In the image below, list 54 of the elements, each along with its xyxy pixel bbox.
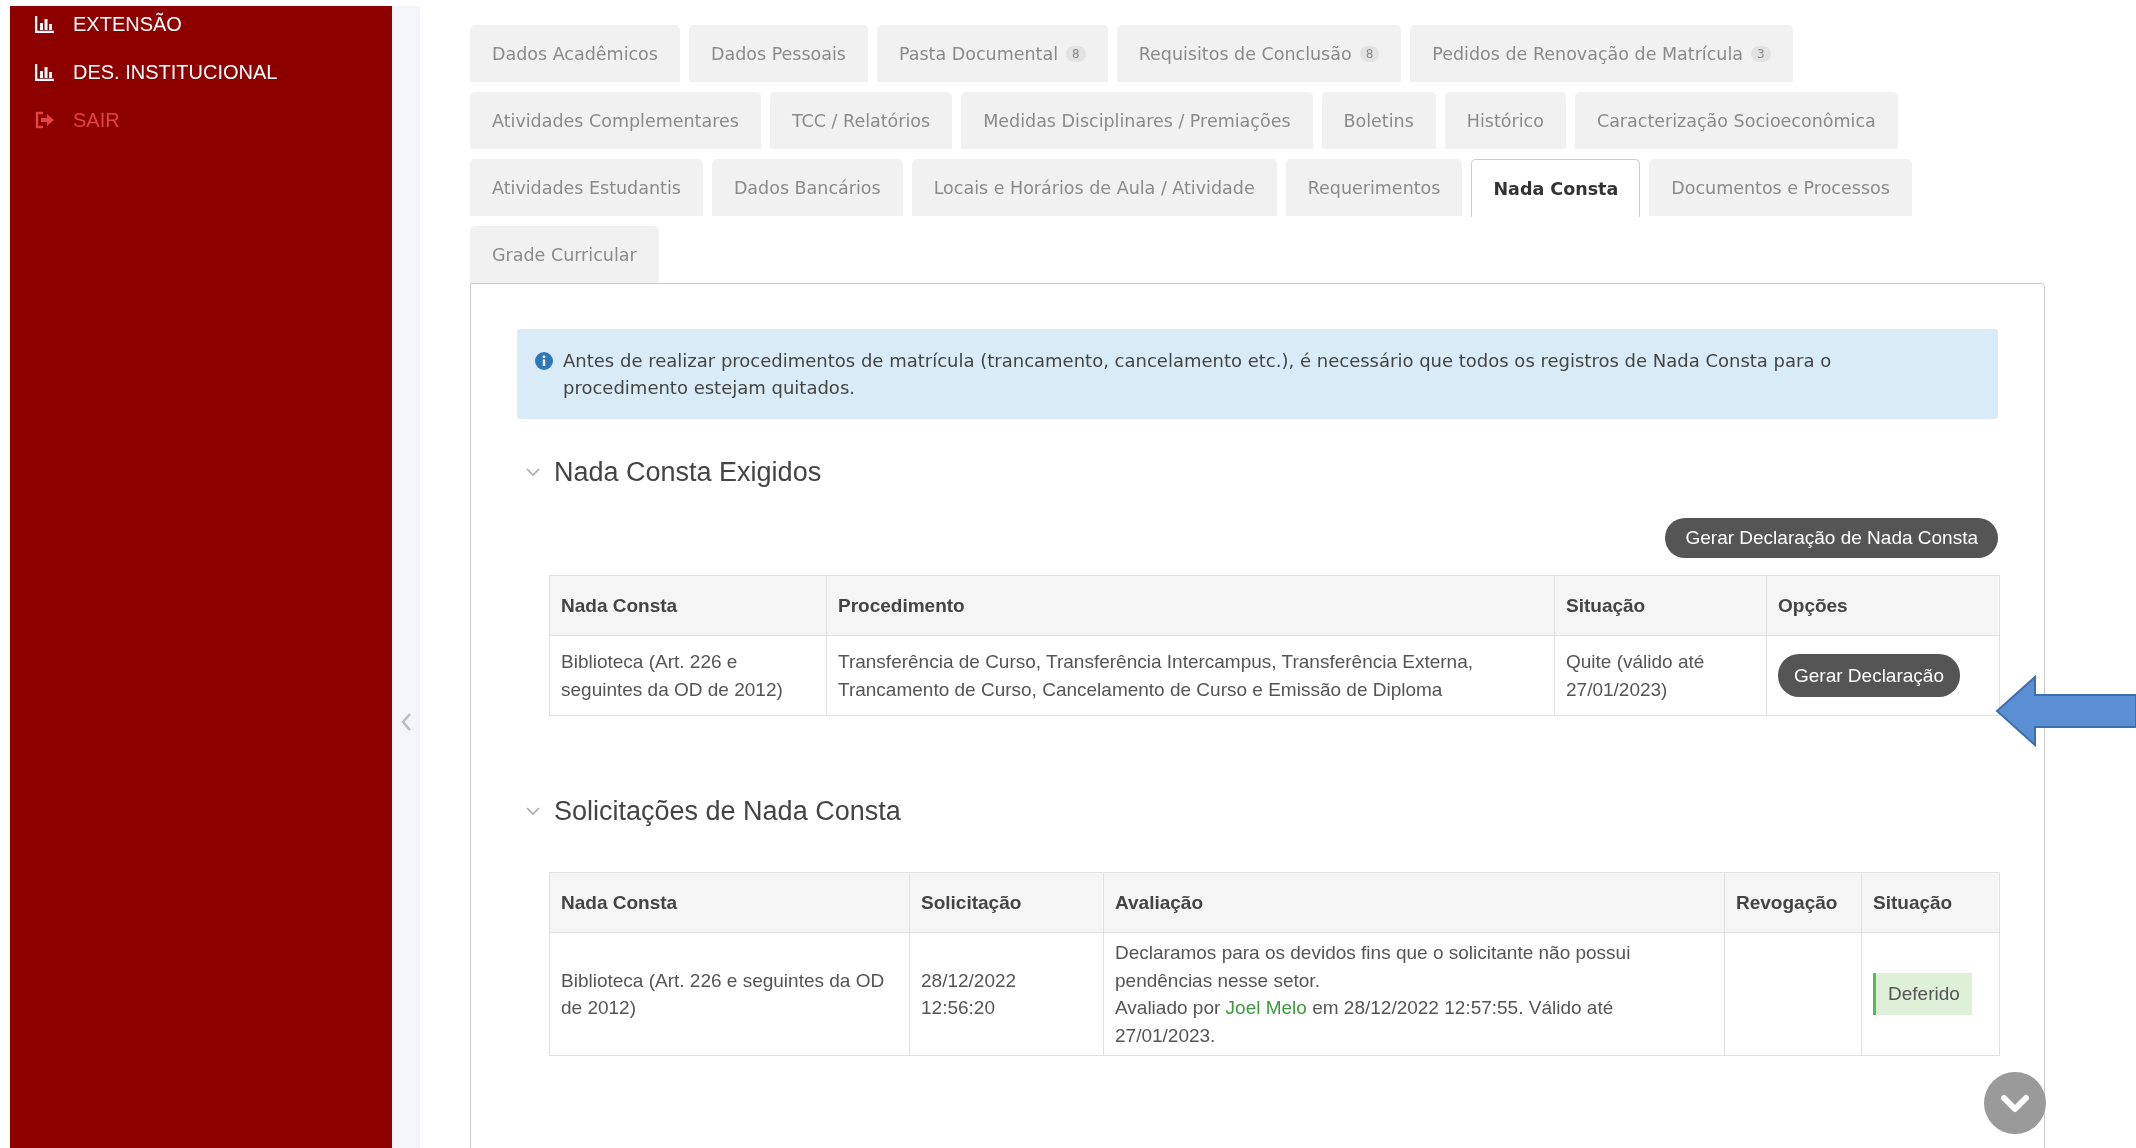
chevron-down-icon[interactable] xyxy=(526,807,540,817)
tab[interactable]: Requisitos de Conclusão 8 xyxy=(1116,25,1402,82)
generate-declaration-button[interactable]: Gerar Declaração xyxy=(1778,653,1960,698)
tab[interactable]: Atividades Estudantis xyxy=(470,159,703,216)
tab[interactable]: Caracterização Socioeconômica xyxy=(1574,92,1898,149)
table-cell: 28/12/2022 12:56:20 xyxy=(909,932,1104,1056)
collapse-icon[interactable] xyxy=(400,712,412,732)
tab[interactable]: Medidas Disciplinares / Premiações xyxy=(961,92,1313,149)
chart-icon xyxy=(35,15,55,33)
column-header: Nada Consta xyxy=(549,575,827,636)
column-header: Opções xyxy=(1766,575,2000,636)
tab[interactable]: Requerimentos xyxy=(1285,159,1463,216)
tab[interactable]: Histórico xyxy=(1444,92,1566,149)
tab[interactable]: Atividades Complementares xyxy=(470,92,761,149)
table-cell: Biblioteca (Art. 226 e seguintes da OD de 2012) xyxy=(549,635,827,716)
tab[interactable]: Pedidos de Renovação de Matrícula 3 xyxy=(1410,25,1793,82)
tab[interactable]: Pasta Documental 8 xyxy=(877,25,1108,82)
tab[interactable]: Dados Pessoais xyxy=(688,25,868,82)
chart-icon xyxy=(35,63,55,81)
generate-declaration-button[interactable]: Gerar Declaração de Nada Consta xyxy=(1665,518,1998,558)
tab[interactable]: Dados Acadêmicos xyxy=(470,25,680,82)
column-header: Nada Consta xyxy=(549,872,910,933)
column-header: Procedimento xyxy=(826,575,1555,636)
scroll-down-icon[interactable] xyxy=(1984,1072,2046,1134)
count-badge: 8 xyxy=(1066,46,1086,62)
tab[interactable]: Documentos e Processos xyxy=(1649,159,1912,216)
alert-text: Antes de realizar procedimentos de matrícula (trancamento, cancelamento etc.), é necessário que todos os registros de Nada Consta para o procedimento estejam quitados. xyxy=(563,349,1833,400)
tab[interactable]: TCC / Relatórios xyxy=(769,92,953,149)
column-header: Solicitação xyxy=(909,872,1104,933)
evaluation-text: Declaramos para os devidos fins que o solicitante não possui pendências nesse setor. Avaliado por Joel Melo em 28/12/2022 12:57:55. Válido até 27/01/2023. xyxy=(1115,941,1632,1048)
table-cell: Transferência de Curso, Transferência Intercampus, Transferência Externa, Trancamento de Curso, Cancelamento de Curso e Emissão de Diploma xyxy=(826,635,1555,716)
tab[interactable]: Grade Curricular xyxy=(470,226,659,283)
section-title: Solicitações de Nada Consta xyxy=(554,796,901,828)
table-cell: Quite (válido até 27/01/2023) xyxy=(1554,635,1767,716)
column-header: Situação xyxy=(1554,575,1767,636)
chevron-down-icon[interactable] xyxy=(526,468,540,477)
table-cell: Biblioteca (Art. 226 e seguintes da OD de 2012) xyxy=(549,932,910,1056)
count-badge: 3 xyxy=(1751,46,1771,62)
evaluator-link[interactable]: Joel Melo xyxy=(1225,997,1307,1019)
section-title: Nada Consta Exigidos xyxy=(554,457,822,488)
tab[interactable]: Boletins xyxy=(1321,92,1436,149)
column-header: Revogação xyxy=(1724,872,1862,933)
sidebar-item[interactable]: SAIR xyxy=(10,96,392,144)
tab[interactable]: Nada Consta xyxy=(1471,159,1641,217)
status-badge: Deferido xyxy=(1873,973,1972,1015)
sidebar-item[interactable]: EXTENSÃO xyxy=(10,6,392,48)
logout-icon xyxy=(35,111,55,129)
column-header: Situação xyxy=(1861,872,2000,933)
count-badge: 8 xyxy=(1359,46,1380,62)
sidebar-item[interactable]: DES. INSTITUCIONAL xyxy=(10,48,392,96)
info-icon xyxy=(535,352,553,370)
tab[interactable]: Locais e Horários de Aula / Atividade xyxy=(911,159,1277,216)
tab[interactable]: Dados Bancários xyxy=(711,159,903,216)
column-header: Avaliação xyxy=(1103,872,1725,933)
